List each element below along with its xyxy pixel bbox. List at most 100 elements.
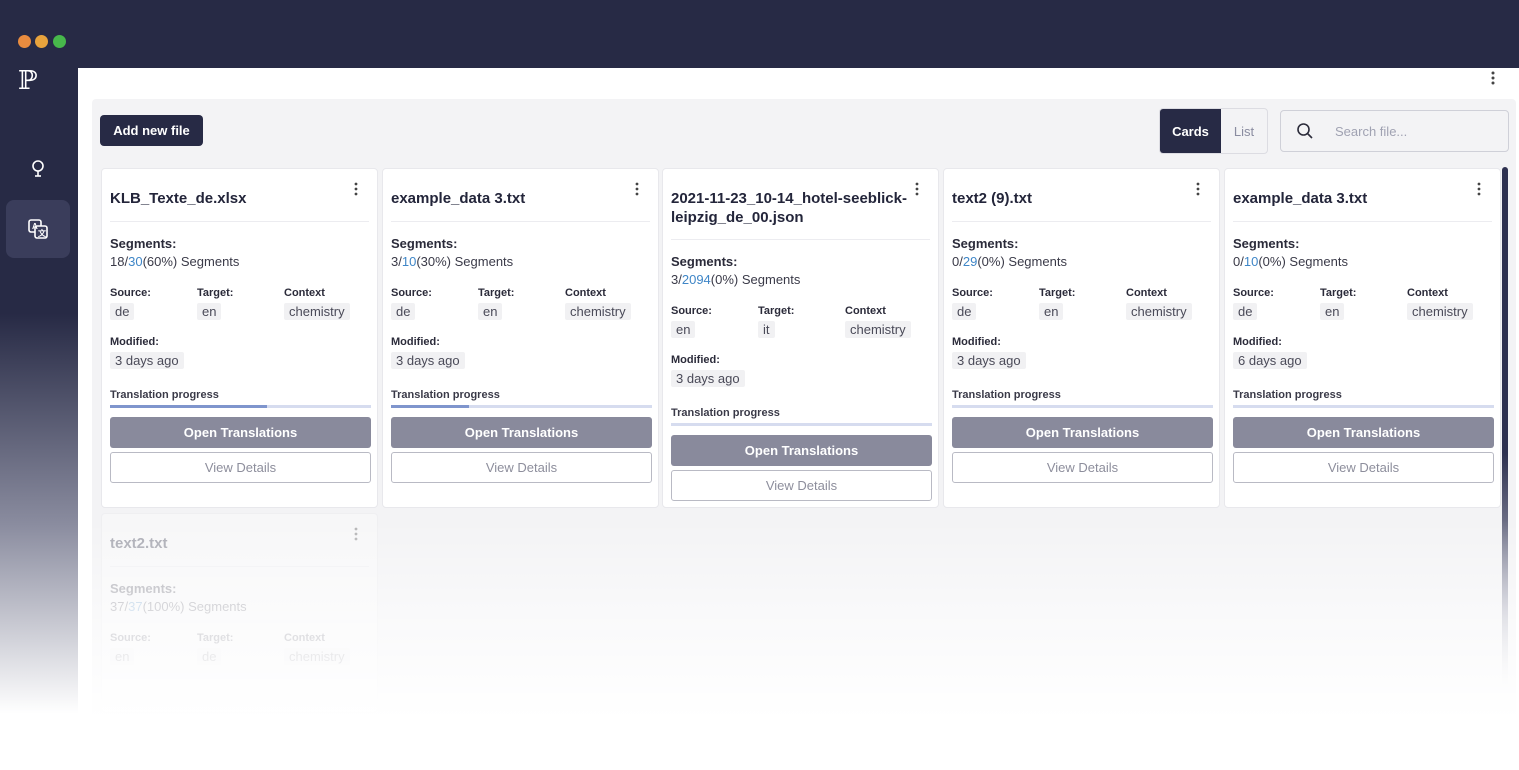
context-value: chemistry bbox=[284, 303, 350, 320]
translation-progress-label: Translation progress bbox=[391, 389, 500, 401]
segments-label: Segments: bbox=[671, 254, 738, 269]
open-translations-button[interactable]: Open Translations bbox=[952, 417, 1213, 448]
segments-count: 0/10(0%) Segments bbox=[1233, 254, 1348, 269]
context-value: chemistry bbox=[845, 321, 911, 338]
target-label: Target: bbox=[758, 305, 795, 317]
segments-count: 37/37(100%) Segments bbox=[110, 599, 247, 614]
context-label: Context bbox=[565, 287, 606, 299]
svg-text:文: 文 bbox=[38, 228, 47, 238]
source-label: Source: bbox=[110, 632, 151, 644]
file-card: example_data 3.txt Segments: 3/10(30%) S… bbox=[382, 168, 659, 508]
source-language: de bbox=[110, 303, 135, 320]
target-language: en bbox=[478, 303, 503, 320]
view-details-button[interactable]: View Details bbox=[391, 452, 652, 483]
file-name[interactable]: 2021-11-23_10-14_hotel-seeblick-leipzig_… bbox=[671, 189, 921, 227]
target-label: Target: bbox=[197, 287, 234, 299]
segments-percent: (0%) bbox=[1258, 254, 1286, 269]
lightbulb-icon bbox=[32, 160, 44, 177]
segments-done: 0 bbox=[1233, 254, 1241, 269]
target-language: it bbox=[758, 321, 775, 338]
translation-progress-bar bbox=[952, 405, 1213, 408]
view-toggle: Cards List bbox=[1159, 108, 1268, 154]
target-label: Target: bbox=[1039, 287, 1076, 299]
translation-progress-label: Translation progress bbox=[671, 407, 780, 419]
view-details-button[interactable]: View Details bbox=[110, 452, 371, 483]
segments-percent: (60%) bbox=[142, 254, 178, 269]
segments-suffix: Segments bbox=[1289, 254, 1348, 269]
modified-value: 3 days ago bbox=[952, 352, 1026, 369]
open-translations-button[interactable]: Open Translations bbox=[1233, 417, 1494, 448]
segments-label: Segments: bbox=[1233, 236, 1300, 251]
view-details-button[interactable]: View Details bbox=[671, 470, 932, 501]
target-label: Target: bbox=[1320, 287, 1357, 299]
context-value: chemistry bbox=[284, 648, 350, 665]
modified-value: 3 days ago bbox=[391, 352, 465, 369]
divider bbox=[1233, 221, 1492, 222]
source-label: Source: bbox=[110, 287, 151, 299]
open-translations-button[interactable]: Open Translations bbox=[391, 417, 652, 448]
segments-label: Segments: bbox=[391, 236, 458, 251]
modified-value: 3 days ago bbox=[110, 352, 184, 369]
file-card: 2021-11-23_10-14_hotel-seeblick-leipzig_… bbox=[662, 168, 939, 508]
search-input[interactable] bbox=[1335, 111, 1503, 151]
segments-percent: (0%) bbox=[977, 254, 1005, 269]
file-name[interactable]: KLB_Texte_de.xlsx bbox=[110, 189, 360, 208]
window-close-dot[interactable] bbox=[18, 35, 31, 48]
sidebar-item-ideas[interactable] bbox=[6, 140, 70, 198]
translation-progress-label: Translation progress bbox=[1233, 389, 1342, 401]
context-label: Context bbox=[1126, 287, 1167, 299]
divider bbox=[110, 566, 369, 567]
target-language: de bbox=[197, 648, 222, 665]
segments-done: 3 bbox=[391, 254, 399, 269]
search-box bbox=[1280, 110, 1509, 152]
context-label: Context bbox=[1407, 287, 1448, 299]
add-new-file-button[interactable]: Add new file bbox=[100, 115, 203, 146]
window-maximize-dot[interactable] bbox=[53, 35, 66, 48]
segments-total: 10 bbox=[401, 254, 417, 269]
app-menu-kebab-icon[interactable] bbox=[1486, 70, 1500, 86]
cards-scrollbar[interactable] bbox=[1502, 167, 1508, 687]
open-translations-button[interactable]: Open Translations bbox=[671, 435, 932, 466]
open-translations-button[interactable]: Open Translations bbox=[110, 417, 371, 448]
window-minimize-dot[interactable] bbox=[35, 35, 48, 48]
context-value: chemistry bbox=[565, 303, 631, 320]
sidebar: ℙ A 文 bbox=[0, 68, 78, 770]
translation-progress-bar bbox=[110, 405, 371, 408]
view-list-tab[interactable]: List bbox=[1221, 109, 1267, 153]
segments-label: Segments: bbox=[952, 236, 1019, 251]
segments-suffix: Segments bbox=[1008, 254, 1067, 269]
file-name[interactable]: example_data 3.txt bbox=[391, 189, 641, 208]
divider bbox=[391, 221, 650, 222]
translation-progress-bar bbox=[391, 405, 652, 408]
source-label: Source: bbox=[952, 287, 993, 299]
file-name[interactable]: text2.txt bbox=[110, 534, 360, 553]
search-icon bbox=[1297, 123, 1313, 139]
modified-value: 6 days ago bbox=[1233, 352, 1307, 369]
context-label: Context bbox=[845, 305, 886, 317]
source-label: Source: bbox=[391, 287, 432, 299]
segments-count: 18/30(60%) Segments bbox=[110, 254, 240, 269]
segments-count: 3/10(30%) Segments bbox=[391, 254, 514, 269]
translate-icon: A 文 bbox=[28, 219, 48, 239]
modified-value: 3 days ago bbox=[671, 370, 745, 387]
modified-label: Modified: bbox=[671, 354, 720, 366]
segments-total: 30 bbox=[128, 254, 143, 269]
view-details-button[interactable]: View Details bbox=[1233, 452, 1494, 483]
file-card: text2.txt Segments: 37/37(100%) Segments… bbox=[101, 513, 378, 713]
view-details-button[interactable]: View Details bbox=[952, 452, 1213, 483]
context-label: Context bbox=[284, 287, 325, 299]
segments-done: 0 bbox=[952, 254, 960, 269]
sidebar-item-translations[interactable]: A 文 bbox=[6, 200, 70, 258]
app-logo[interactable]: ℙ bbox=[18, 68, 38, 94]
translation-progress-fill bbox=[391, 405, 470, 408]
segments-percent: (30%) bbox=[416, 254, 452, 269]
file-name[interactable]: example_data 3.txt bbox=[1233, 189, 1483, 208]
file-card: text2 (9).txt Segments: 0/29(0%) Segment… bbox=[943, 168, 1220, 508]
source-language: en bbox=[671, 321, 696, 338]
modified-label: Modified: bbox=[1233, 336, 1282, 348]
source-language: de bbox=[952, 303, 977, 320]
view-cards-tab[interactable]: Cards bbox=[1160, 109, 1221, 153]
file-name[interactable]: text2 (9).txt bbox=[952, 189, 1202, 208]
source-language: en bbox=[110, 648, 135, 665]
segments-done: 3 bbox=[671, 272, 679, 287]
